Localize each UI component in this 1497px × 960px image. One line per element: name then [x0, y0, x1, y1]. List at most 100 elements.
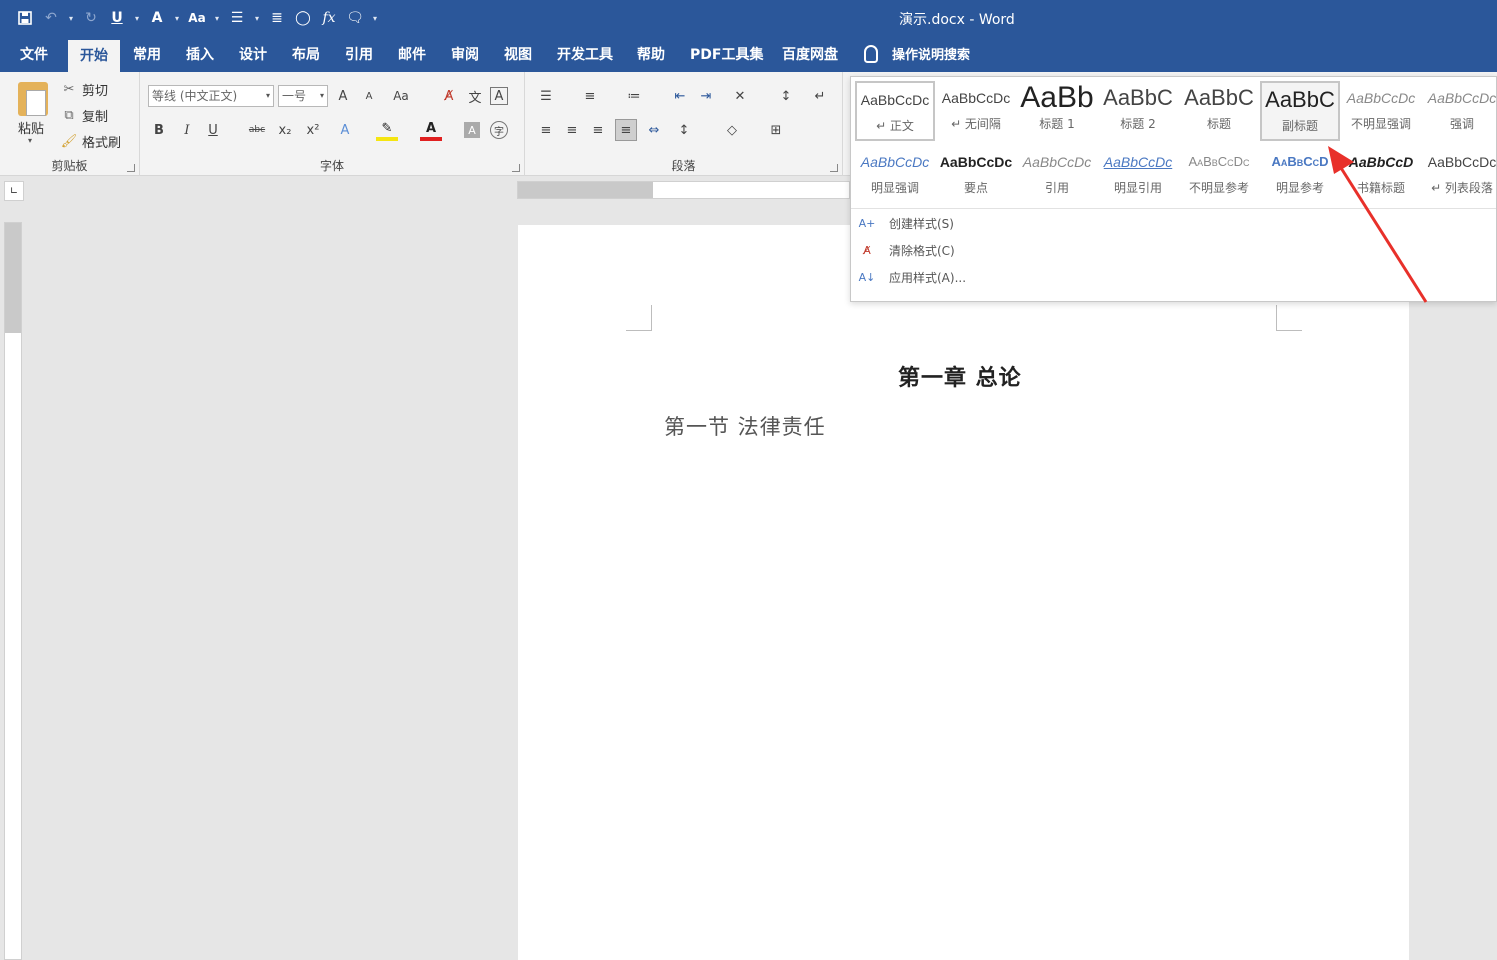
underline-icon[interactable]: U — [106, 7, 128, 29]
underline-button[interactable]: U — [202, 119, 224, 141]
style-heading-1[interactable]: AaBb 标题 1 — [1017, 81, 1097, 141]
style-quote[interactable]: AaBbCcDc 引用 — [1017, 145, 1097, 205]
multilevel-list-icon[interactable]: ≔ — [623, 85, 645, 107]
save-icon[interactable] — [14, 7, 36, 29]
paste-dropdown-icon[interactable]: ▾ — [28, 136, 32, 145]
decrease-indent-icon[interactable]: ⇤ — [669, 85, 691, 107]
undo-icon[interactable]: ↶ — [40, 7, 62, 29]
align-right-icon[interactable]: ≡ — [587, 119, 609, 141]
text-effect-icon[interactable]: A — [146, 7, 168, 29]
format-painter-button[interactable]: 🖌 格式刷 — [61, 132, 121, 151]
bullets-button-icon[interactable]: ☰ — [535, 85, 557, 107]
change-case-icon[interactable]: Aa — [186, 7, 208, 29]
bold-button[interactable]: B — [148, 119, 170, 141]
align-center-icon[interactable]: ≡ — [561, 119, 583, 141]
style-title[interactable]: AaBbC 标题 — [1179, 81, 1259, 141]
increase-indent-icon[interactable]: ⇥ — [695, 85, 717, 107]
tab-view[interactable]: 视图 — [492, 36, 544, 72]
font-size-combo[interactable]: 一号 ▾ — [278, 85, 328, 107]
paste-icon[interactable] — [18, 82, 48, 116]
align-left-icon[interactable]: ≡ — [535, 119, 557, 141]
align-icon[interactable]: ≣ — [266, 7, 288, 29]
apply-styles-menu-item[interactable]: A↓ 应用样式(A)... — [859, 269, 966, 286]
style-intense-quote[interactable]: AaBbCcDc 明显引用 — [1098, 145, 1178, 205]
redo-icon[interactable]: ↻ — [80, 7, 102, 29]
create-style-menu-item[interactable]: A+ 创建样式(S) — [859, 215, 954, 232]
undo-dropdown-icon[interactable]: ▾ — [66, 14, 76, 23]
grow-font-button[interactable]: A — [332, 85, 354, 107]
document-page[interactable]: 第一章 总论 第一节 法律责任 — [518, 225, 1409, 960]
style-subtle-emphasis[interactable]: AaBbCcDc 不明显强调 — [1341, 81, 1421, 141]
change-case-button[interactable]: Aa — [390, 85, 412, 107]
paragraph-launcher-icon[interactable] — [830, 164, 838, 172]
text-effects-icon[interactable]: A — [334, 119, 356, 141]
style-no-spacing[interactable]: AaBbCcDc ↵ 无间隔 — [936, 81, 1016, 141]
bullets-dropdown-icon[interactable]: ▾ — [252, 14, 262, 23]
tab-review[interactable]: 审阅 — [439, 36, 491, 72]
line-spacing-icon[interactable]: ↕ — [673, 119, 695, 141]
chinese-layout-icon[interactable]: ✕ — [729, 85, 751, 107]
show-marks-icon[interactable]: ↵ — [809, 85, 831, 107]
style-intense-emphasis[interactable]: AaBbCcDc 明显强调 — [855, 145, 935, 205]
character-border-icon[interactable]: A — [490, 87, 508, 105]
cut-button[interactable]: ✂ 剪切 — [62, 80, 108, 99]
italic-button[interactable]: I — [176, 119, 198, 141]
font-color-icon[interactable]: A — [420, 119, 442, 141]
subscript-button[interactable]: x₂ — [274, 119, 296, 141]
superscript-button[interactable]: x² — [302, 119, 324, 141]
shading-icon[interactable]: ◇ — [721, 119, 743, 141]
tab-pdf-tools[interactable]: PDF工具集 — [678, 36, 775, 72]
tab-selector-icon[interactable]: ∟ — [4, 181, 24, 201]
horizontal-ruler[interactable] — [517, 181, 850, 199]
character-shading-icon[interactable]: A — [464, 122, 480, 138]
formula-icon[interactable]: fx — [318, 7, 340, 29]
comment-icon[interactable]: 🗨 — [344, 7, 366, 29]
justify-icon[interactable]: ≡ — [615, 119, 637, 141]
tab-file[interactable]: 文件 — [8, 36, 60, 72]
paste-button-label[interactable]: 粘贴 — [18, 118, 44, 137]
clear-formatting-menu-item[interactable]: A̸ 清除格式(C) — [859, 242, 955, 259]
font-launcher-icon[interactable] — [512, 164, 520, 172]
style-emphasis[interactable]: AaBbCcDc 强调 — [1422, 81, 1497, 141]
style-subtle-reference[interactable]: AaBbCcDc 不明显参考 — [1179, 145, 1259, 205]
tab-help[interactable]: 帮助 — [625, 36, 677, 72]
style-normal[interactable]: AaBbCcDc ↵ 正文 — [855, 81, 935, 141]
underline-dropdown-icon[interactable]: ▾ — [132, 14, 142, 23]
document-heading-1[interactable]: 第一章 总论 — [898, 360, 1022, 392]
font-name-combo[interactable]: 等线 (中文正文) ▾ — [148, 85, 274, 107]
tab-developer[interactable]: 开发工具 — [545, 36, 625, 72]
tab-design[interactable]: 设计 — [227, 36, 279, 72]
tab-layout[interactable]: 布局 — [280, 36, 332, 72]
clear-formatting-icon[interactable]: A̸ — [438, 85, 460, 107]
customize-icon[interactable]: ▾ — [370, 14, 380, 23]
distributed-icon[interactable]: ⇔ — [643, 119, 665, 141]
tell-me-search[interactable]: 操作说明搜索 — [864, 44, 970, 63]
change-case-dropdown-icon[interactable]: ▾ — [212, 14, 222, 23]
style-heading-2[interactable]: AaBbC 标题 2 — [1098, 81, 1178, 141]
enclose-characters-icon[interactable]: 字 — [490, 121, 508, 139]
font-size-dropdown-icon[interactable]: ▾ — [320, 86, 324, 106]
numbering-icon[interactable]: ≡ — [579, 85, 601, 107]
shape-icon[interactable]: ◯ — [292, 7, 314, 29]
tab-home[interactable]: 开始 — [68, 40, 120, 72]
text-effect-dropdown-icon[interactable]: ▾ — [172, 14, 182, 23]
strikethrough-button[interactable]: abc — [246, 119, 268, 141]
borders-icon[interactable]: ⊞ — [765, 119, 787, 141]
style-subtitle[interactable]: AaBbC 副标题 — [1260, 81, 1340, 141]
highlight-icon[interactable]: ✎ — [376, 119, 398, 141]
bullets-icon[interactable]: ☰ — [226, 7, 248, 29]
font-name-dropdown-icon[interactable]: ▾ — [266, 86, 270, 106]
shrink-font-button[interactable]: A — [358, 85, 380, 107]
style-strong[interactable]: AaBbCcDc 要点 — [936, 145, 1016, 205]
document-heading-2[interactable]: 第一节 法律责任 — [664, 411, 826, 441]
phonetic-guide-icon[interactable]: 文 — [464, 85, 486, 107]
tab-common[interactable]: 常用 — [121, 36, 173, 72]
sort-icon[interactable]: ↕ — [775, 85, 797, 107]
tab-references[interactable]: 引用 — [333, 36, 385, 72]
tab-baidu-netdisk[interactable]: 百度网盘 — [770, 36, 850, 72]
tab-mailings[interactable]: 邮件 — [386, 36, 438, 72]
clipboard-launcher-icon[interactable] — [127, 164, 135, 172]
tab-insert[interactable]: 插入 — [174, 36, 226, 72]
vertical-ruler[interactable] — [4, 222, 22, 960]
copy-button[interactable]: ⧉ 复制 — [62, 106, 108, 125]
